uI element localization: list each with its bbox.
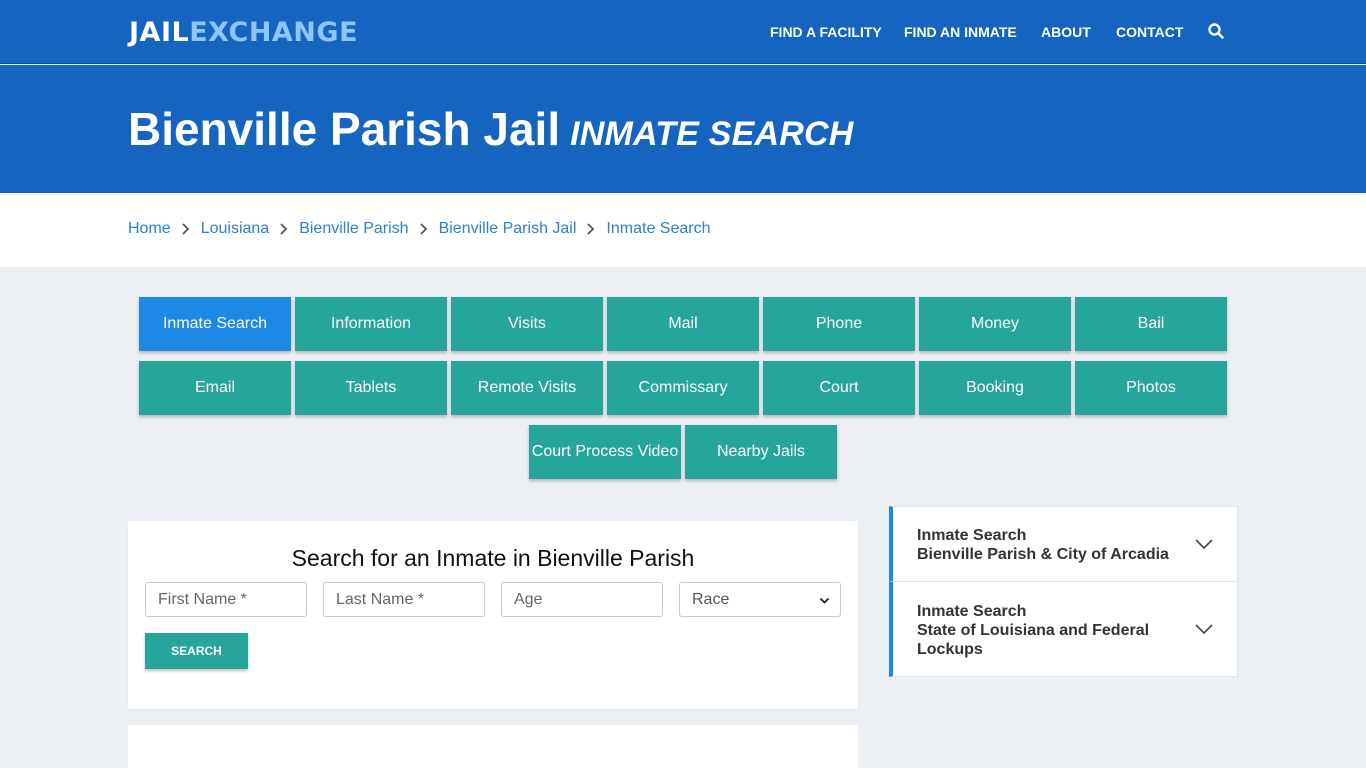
chevron-down-icon (1195, 624, 1213, 634)
accordion-title: Inmate Search Bienville Parish & City of… (917, 526, 1177, 564)
page-title-main: Bienville Parish Jail (128, 103, 561, 155)
tab-information[interactable]: Information (295, 297, 447, 351)
accordion-title-line1: Inmate Search (917, 527, 1027, 544)
tab-inmate-search[interactable]: Inmate Search (139, 297, 291, 351)
breadcrumb-bar: Home Louisiana Bienville Parish Bienvill… (0, 193, 1366, 267)
tab-email[interactable]: Email (139, 361, 291, 415)
breadcrumb-bienville-parish[interactable]: Bienville Parish (299, 220, 408, 238)
content-card (128, 725, 858, 768)
chevron-right-icon (280, 223, 288, 235)
tab-nearby-jails[interactable]: Nearby Jails (685, 425, 837, 479)
nav-contact[interactable]: CONTACT (1116, 0, 1183, 64)
accordion-title: Inmate Search State of Louisiana and Fed… (917, 602, 1177, 659)
search-heading: Search for an Inmate in Bienville Parish (291, 545, 695, 571)
tab-phone[interactable]: Phone (763, 297, 915, 351)
last-name-input[interactable] (323, 582, 485, 617)
accordion-title-line2: Bienville Parish & City of Arcadia (917, 546, 1169, 563)
search-icon[interactable] (1207, 22, 1225, 40)
breadcrumb-home[interactable]: Home (128, 220, 171, 238)
page-title-subtitle: INMATE SEARCH (570, 115, 854, 153)
tab-remote-visits[interactable]: Remote Visits (451, 361, 603, 415)
search-button[interactable]: SEARCH (145, 633, 248, 669)
nav-link-find-facility[interactable]: FIND A FACILITY (770, 24, 882, 40)
accordion-bienville-parish[interactable]: Inmate Search Bienville Parish & City of… (889, 506, 1238, 582)
page-title: Bienville Parish Jail INMATE SEARCH (128, 101, 854, 162)
tab-booking[interactable]: Booking (919, 361, 1071, 415)
tab-commissary[interactable]: Commissary (607, 361, 759, 415)
accordion-title-line1: Inmate Search (917, 603, 1027, 620)
hero-banner: Bienville Parish Jail INMATE SEARCH (0, 65, 1366, 193)
tab-tablets[interactable]: Tablets (295, 361, 447, 415)
chevron-right-icon (182, 223, 189, 235)
chevron-right-icon (419, 223, 427, 235)
nav-link-contact[interactable]: CONTACT (1116, 24, 1183, 40)
nav-find-inmate[interactable]: FIND AN INMATE (904, 0, 1017, 64)
tab-money[interactable]: Money (919, 297, 1071, 351)
accordion-title-line2: State of Louisiana and Federal Lockups (917, 622, 1150, 658)
tab-visits[interactable]: Visits (451, 297, 603, 351)
breadcrumb-bienville-parish-jail[interactable]: Bienville Parish Jail (439, 220, 577, 238)
tab-court[interactable]: Court (763, 361, 915, 415)
tab-mail[interactable]: Mail (607, 297, 759, 351)
nav-about[interactable]: ABOUT (1041, 0, 1091, 64)
tab-photos[interactable]: Photos (1075, 361, 1227, 415)
tab-court-process-video[interactable]: Court Process Video (529, 425, 681, 479)
race-select[interactable]: Race (679, 582, 841, 617)
breadcrumb: Home Louisiana Bienville Parish Bienvill… (128, 220, 710, 238)
chevron-down-icon (819, 597, 830, 604)
top-navbar: JAILEXCHANGE FIND A FACILITY FIND AN INM… (0, 0, 1366, 64)
site-logo[interactable]: JAILEXCHANGE (129, 17, 358, 49)
nav-find-facility[interactable]: FIND A FACILITY (770, 0, 882, 64)
age-input[interactable] (501, 582, 663, 617)
logo-part-jail: JAIL (129, 17, 190, 48)
breadcrumb-louisiana[interactable]: Louisiana (201, 220, 270, 238)
accordion-state-louisiana[interactable]: Inmate Search State of Louisiana and Fed… (889, 581, 1238, 677)
chevron-right-icon (587, 223, 595, 235)
logo-part-exchange: EXCHANGE (189, 17, 359, 48)
tab-bail[interactable]: Bail (1075, 297, 1227, 351)
first-name-input[interactable] (145, 582, 307, 617)
inmate-search-card: Search for an Inmate in Bienville Parish… (128, 521, 858, 709)
nav-link-find-inmate[interactable]: FIND AN INMATE (904, 24, 1017, 40)
breadcrumb-inmate-search[interactable]: Inmate Search (606, 220, 710, 238)
race-select-value: Race (692, 590, 730, 608)
chevron-down-icon (1195, 539, 1213, 549)
nav-link-about[interactable]: ABOUT (1041, 24, 1091, 40)
